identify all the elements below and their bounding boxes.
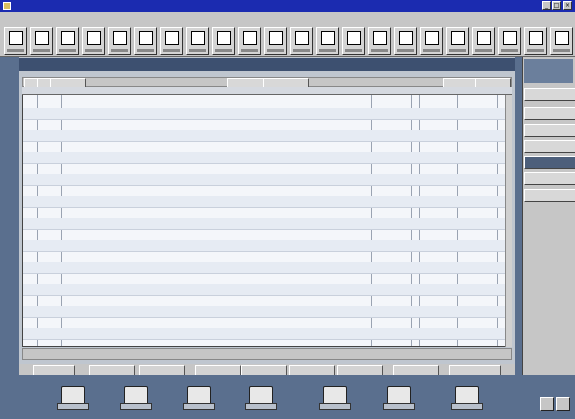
new-icon[interactable] bbox=[4, 27, 27, 55]
minimize-button[interactable]: _ bbox=[542, 1, 551, 10]
side-panel-title bbox=[524, 59, 573, 83]
calendar-icon[interactable] bbox=[245, 384, 277, 410]
column-headers bbox=[22, 87, 512, 95]
help-icon[interactable] bbox=[451, 384, 483, 410]
side-panel-button[interactable] bbox=[524, 140, 575, 153]
checks-icon[interactable] bbox=[120, 384, 152, 410]
options-icon[interactable] bbox=[472, 27, 495, 55]
budget-icon[interactable] bbox=[342, 27, 365, 55]
export-icon[interactable] bbox=[420, 27, 443, 55]
investing-icon[interactable] bbox=[319, 384, 351, 410]
window-title-bar bbox=[0, 0, 575, 12]
register-title bbox=[19, 58, 515, 71]
planning-icon[interactable] bbox=[383, 384, 415, 410]
close-button[interactable]: × bbox=[563, 1, 572, 10]
side-panel-button[interactable] bbox=[524, 189, 575, 202]
setup-icon[interactable] bbox=[498, 27, 521, 55]
toolbar bbox=[0, 23, 575, 57]
payments-icon[interactable] bbox=[290, 27, 313, 55]
reports-icon[interactable] bbox=[108, 27, 131, 55]
deposits-icon[interactable] bbox=[316, 27, 339, 55]
maximize-button[interactable]: □ bbox=[552, 1, 561, 10]
register-button-bar bbox=[22, 77, 512, 88]
bank-icon[interactable] bbox=[186, 27, 209, 55]
side-panel-button[interactable] bbox=[524, 88, 575, 101]
account-tabs bbox=[19, 364, 515, 376]
print-icon[interactable] bbox=[134, 27, 157, 55]
graph-icon[interactable] bbox=[368, 27, 391, 55]
vertical-scrollbar[interactable] bbox=[505, 95, 512, 347]
accounts-icon[interactable] bbox=[238, 27, 261, 55]
reconcile-icon[interactable] bbox=[212, 27, 235, 55]
side-panel-button[interactable] bbox=[524, 107, 575, 120]
register-icon[interactable] bbox=[56, 27, 79, 55]
open-icon[interactable] bbox=[30, 27, 53, 55]
side-panel-button[interactable] bbox=[524, 124, 575, 137]
close-icon[interactable] bbox=[556, 397, 570, 411]
accounts-icon[interactable] bbox=[183, 384, 215, 410]
invoices-icon[interactable] bbox=[264, 27, 287, 55]
write-checks-icon[interactable] bbox=[82, 27, 105, 55]
help-icon[interactable] bbox=[446, 27, 469, 55]
menu-bar bbox=[0, 12, 575, 23]
home-icon[interactable] bbox=[57, 384, 89, 410]
memorized-icon[interactable] bbox=[394, 27, 417, 55]
close-file-icon[interactable] bbox=[550, 27, 573, 55]
side-panel-button[interactable] bbox=[524, 172, 575, 185]
side-panel-button[interactable] bbox=[524, 156, 575, 169]
calculator-icon[interactable] bbox=[160, 27, 183, 55]
app-icon[interactable] bbox=[3, 2, 11, 10]
side-panel bbox=[522, 57, 575, 375]
restore-icon[interactable] bbox=[540, 397, 554, 411]
empty-row[interactable] bbox=[23, 339, 511, 346]
register-grid[interactable] bbox=[22, 87, 512, 347]
register-footer bbox=[22, 348, 512, 360]
backup-icon[interactable] bbox=[524, 27, 547, 55]
